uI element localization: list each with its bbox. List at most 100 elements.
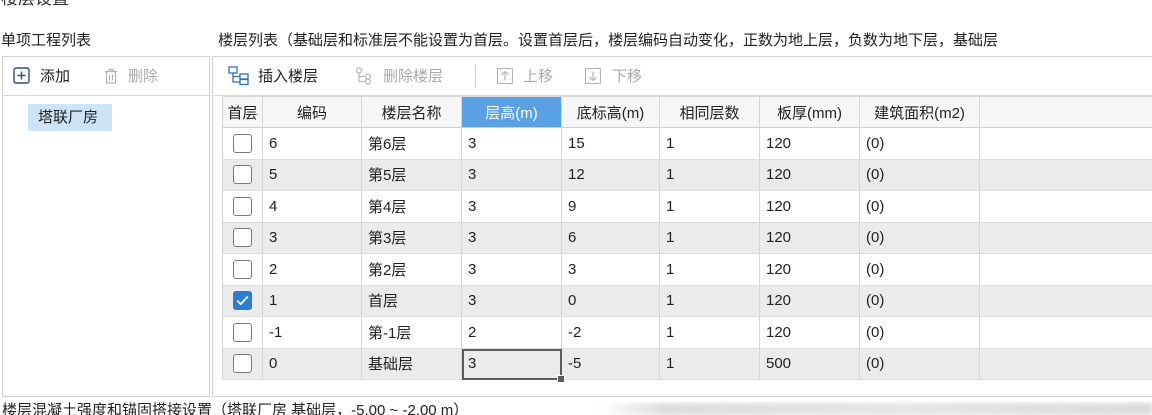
floor-name-cell[interactable]: 第-1层: [362, 317, 462, 349]
floor-code-cell[interactable]: 3: [263, 222, 362, 254]
bottom-section: 楼层混凝土强度和锚固搭接设置（塔联厂房 基础层，-5.00 ~ -2.00 m）: [0, 401, 1152, 415]
floor-height-cell[interactable]: 3: [462, 285, 562, 317]
first-floor-checkbox[interactable]: [233, 165, 252, 185]
floor-area-cell[interactable]: (0): [860, 254, 980, 286]
col-header-code[interactable]: 编码: [263, 96, 362, 128]
floor-code-cell[interactable]: 2: [263, 254, 362, 286]
first-floor-checkbox[interactable]: [233, 322, 252, 342]
floor-area-cell[interactable]: (0): [860, 222, 980, 254]
floor-height-cell[interactable]: 3: [462, 128, 562, 160]
same-floors-cell[interactable]: 1: [660, 222, 760, 254]
empty-cell: [980, 160, 1152, 191]
col-header-first-floor[interactable]: 首层: [222, 96, 263, 128]
floor-row[interactable]: 3 第3层 3 6 1 120 (0): [222, 222, 1152, 254]
floor-height-cell[interactable]: 3: [462, 254, 562, 286]
first-floor-cell: [222, 128, 263, 160]
col-header-same-floors[interactable]: 相同层数: [660, 96, 760, 128]
floor-row[interactable]: 5 第5层 3 12 1 120 (0): [222, 159, 1152, 191]
floor-name-cell[interactable]: 第5层: [362, 159, 462, 191]
move-up-button[interactable]: 上移: [497, 57, 553, 94]
slab-thickness-cell[interactable]: 500: [760, 348, 860, 380]
floor-code-cell[interactable]: 4: [263, 191, 362, 223]
floor-area-cell[interactable]: (0): [860, 348, 980, 380]
first-floor-checkbox[interactable]: [233, 196, 252, 216]
floor-row[interactable]: 2 第2层 3 3 1 120 (0): [222, 254, 1152, 286]
project-item[interactable]: 塔联厂房: [28, 104, 112, 131]
floor-row[interactable]: 1 首层 3 0 1 120 (0): [222, 285, 1152, 317]
floor-area-cell[interactable]: (0): [860, 128, 980, 160]
first-floor-checkbox[interactable]: [233, 354, 252, 374]
floor-code-cell[interactable]: 0: [263, 348, 362, 380]
slab-thickness-cell[interactable]: 120: [760, 128, 860, 160]
first-floor-cell: [222, 159, 263, 191]
floor-area-cell[interactable]: (0): [860, 285, 980, 317]
delete-floor-label: 删除楼层: [383, 68, 444, 85]
floor-name-cell[interactable]: 第3层: [362, 222, 462, 254]
slab-thickness-cell[interactable]: 120: [760, 317, 860, 349]
col-header-bottom-elevation[interactable]: 底标高(m): [562, 96, 660, 128]
window-title: 楼层设置: [1, 0, 69, 8]
first-floor-checkbox[interactable]: [233, 291, 252, 311]
bottom-elevation-cell[interactable]: -2: [562, 317, 660, 349]
floor-name-cell[interactable]: 第4层: [362, 191, 462, 223]
insert-floor-button[interactable]: 插入楼层: [228, 57, 318, 94]
slab-thickness-cell[interactable]: 120: [760, 159, 860, 191]
bottom-elevation-cell[interactable]: 12: [562, 159, 660, 191]
col-header-slab-thickness[interactable]: 板厚(mm): [760, 96, 860, 128]
floor-code-cell[interactable]: 5: [263, 159, 362, 191]
floor-row[interactable]: 6 第6层 3 15 1 120 (0): [222, 128, 1152, 160]
col-header-floor-area[interactable]: 建筑面积(m2): [860, 96, 980, 128]
toolbar-separator: [475, 65, 476, 87]
same-floors-cell[interactable]: 1: [660, 191, 760, 223]
bottom-elevation-cell[interactable]: 6: [562, 222, 660, 254]
floor-area-cell[interactable]: (0): [860, 317, 980, 349]
first-floor-checkbox[interactable]: [233, 228, 252, 248]
bottom-elevation-cell[interactable]: 9: [562, 191, 660, 223]
slab-thickness-cell[interactable]: 120: [760, 191, 860, 223]
floor-code-cell[interactable]: -1: [263, 317, 362, 349]
same-floors-cell[interactable]: 1: [660, 317, 760, 349]
slab-thickness-cell[interactable]: 120: [760, 222, 860, 254]
floor-height-cell[interactable]: 2: [462, 317, 562, 349]
slab-thickness-cell[interactable]: 120: [760, 254, 860, 286]
trash-icon: [104, 68, 118, 84]
bottom-elevation-cell[interactable]: 15: [562, 128, 660, 160]
floor-area-cell[interactable]: (0): [860, 159, 980, 191]
move-down-button[interactable]: 下移: [585, 57, 642, 94]
bottom-elevation-cell[interactable]: 3: [562, 254, 660, 286]
same-floors-cell[interactable]: 1: [660, 128, 760, 160]
floor-name-cell[interactable]: 基础层: [362, 348, 462, 380]
floor-height-cell[interactable]: 3: [462, 159, 562, 191]
floor-code-cell[interactable]: 1: [263, 285, 362, 317]
first-floor-checkbox[interactable]: [233, 133, 252, 153]
floor-area-cell[interactable]: (0): [860, 191, 980, 223]
floor-code-cell[interactable]: 6: [263, 128, 362, 160]
floor-height-cell-selected[interactable]: 3: [462, 348, 565, 383]
floor-name-cell[interactable]: 第2层: [362, 254, 462, 286]
add-project-button[interactable]: 添加: [13, 57, 70, 94]
slab-thickness-cell[interactable]: 120: [760, 285, 860, 317]
first-floor-checkbox[interactable]: [233, 259, 252, 279]
delete-floor-button[interactable]: 删除楼层: [354, 57, 443, 94]
move-up-icon: [497, 67, 513, 84]
empty-cell: [980, 254, 1152, 286]
bottom-elevation-cell[interactable]: 0: [562, 285, 660, 317]
fill-handle[interactable]: [557, 375, 565, 383]
same-floors-cell[interactable]: 1: [660, 285, 760, 317]
same-floors-cell[interactable]: 1: [660, 254, 760, 286]
floor-name-cell[interactable]: 首层: [362, 285, 462, 317]
same-floors-cell[interactable]: 1: [660, 348, 760, 380]
floor-row[interactable]: 0 基础层 3 -5 1 500 (0): [222, 348, 1152, 383]
floor-height-cell[interactable]: 3: [462, 191, 562, 223]
col-header-name[interactable]: 楼层名称: [362, 96, 462, 128]
floor-name-cell[interactable]: 第6层: [362, 128, 462, 160]
floor-row[interactable]: -1 第-1层 2 -2 1 120 (0): [222, 317, 1152, 349]
floor-height-cell[interactable]: 3: [462, 222, 562, 254]
col-header-empty: [980, 96, 1152, 128]
col-header-height[interactable]: 层高(m): [462, 96, 562, 128]
bottom-elevation-cell[interactable]: -5: [562, 348, 660, 380]
delete-project-label: 删除: [128, 68, 159, 85]
delete-project-button[interactable]: 删除: [104, 57, 158, 94]
floor-row[interactable]: 4 第4层 3 9 1 120 (0): [222, 191, 1152, 223]
same-floors-cell[interactable]: 1: [660, 159, 760, 191]
